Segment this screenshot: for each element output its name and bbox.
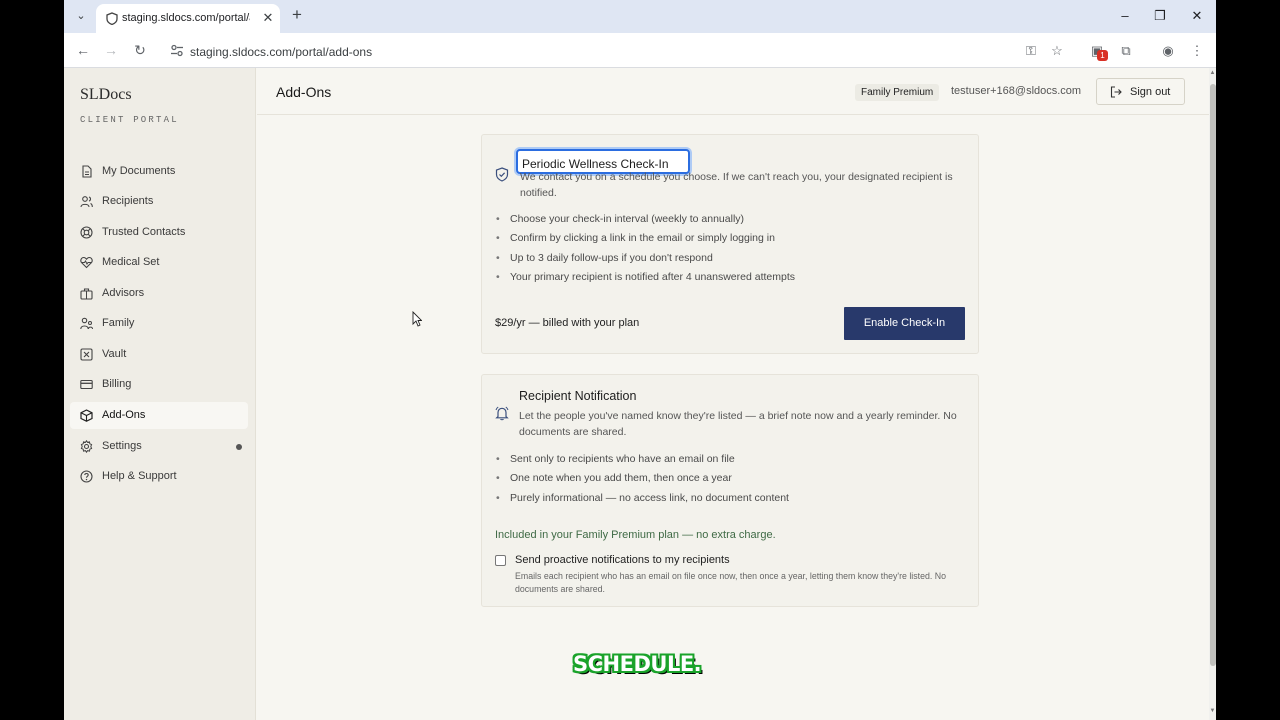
minimize-icon[interactable]: – xyxy=(1114,6,1136,26)
forward-icon[interactable]: → xyxy=(100,40,122,60)
restore-icon[interactable]: ❐ xyxy=(1149,6,1171,26)
page-header: Add-Ons Family Premium testuser+168@sldo… xyxy=(257,68,1209,115)
user-email: testuser+168@sldocs.com xyxy=(951,85,1082,97)
lifebuoy-icon xyxy=(80,226,93,239)
notification-dot xyxy=(236,444,242,450)
video-caption: SCHEDULE. xyxy=(573,652,702,676)
sidebar-item-label: Trusted Contacts xyxy=(102,226,186,238)
sidebar-item-label: Family xyxy=(102,317,135,329)
sidebar-item-vault[interactable]: Vault xyxy=(70,341,248,368)
box-icon xyxy=(80,409,93,422)
brand-subtitle: CLIENT PORTAL xyxy=(80,115,179,125)
sidebar-item-label: Recipients xyxy=(102,195,154,207)
sidebar-item-billing[interactable]: Billing xyxy=(70,371,248,398)
sidebar-item-label: Add-Ons xyxy=(102,409,146,421)
tab-search-icon[interactable]: ⌄ xyxy=(72,7,90,25)
new-tab-icon[interactable]: + xyxy=(288,6,306,24)
sidebar-item-label: Vault xyxy=(102,348,127,360)
extensions-puzzle-icon[interactable]: ⧉ xyxy=(1117,42,1135,60)
bookmark-star-icon[interactable]: ☆ xyxy=(1048,42,1066,60)
sign-out-icon xyxy=(1110,86,1122,98)
shield-check-icon xyxy=(495,167,509,182)
check-in-description: We contact you on a schedule you choose.… xyxy=(520,171,953,199)
family-icon xyxy=(80,317,93,330)
list-item: Confirm by clicking a link in the email … xyxy=(496,232,795,251)
sidebar-item-family[interactable]: Family xyxy=(70,310,248,337)
url-text: staging.sldocs.com/portal/add-ons xyxy=(190,45,373,59)
browser-toolbar: ← → ↻ staging.sldocs.com/portal/add-ons … xyxy=(64,33,1216,68)
check-in-price: $29/yr — billed with your plan xyxy=(495,317,640,329)
recipient-notification-title: Recipient Notification xyxy=(519,389,637,403)
password-key-icon[interactable]: ⚿ xyxy=(1022,42,1040,60)
reload-icon[interactable]: ↻ xyxy=(129,40,151,60)
bell-icon xyxy=(495,406,509,421)
scroll-down-arrow-icon[interactable]: ▼ xyxy=(1209,708,1216,716)
sidebar-item-my-documents[interactable]: My Documents xyxy=(70,158,248,185)
list-item: Your primary recipient is notified after… xyxy=(496,271,795,290)
heart-pulse-icon xyxy=(80,256,93,269)
list-item: Sent only to recipients who have an emai… xyxy=(496,453,789,472)
sidebar-item-add-ons[interactable]: Add-Ons xyxy=(70,402,248,429)
sidebar-item-label: Billing xyxy=(102,378,132,390)
sidebar-item-label: Help & Support xyxy=(102,470,177,482)
sidebar-item-label: Medical Set xyxy=(102,256,160,268)
scrollbar-thumb[interactable] xyxy=(1210,84,1216,666)
users-icon xyxy=(80,196,93,208)
notification-feature-list: Sent only to recipients who have an emai… xyxy=(496,453,789,511)
page-title: Add-Ons xyxy=(276,84,332,100)
included-plan-note: Included in your Family Premium plan — n… xyxy=(495,529,776,541)
profile-icon[interactable]: ◉ xyxy=(1159,42,1177,60)
site-info-icon[interactable] xyxy=(170,44,184,57)
shield-favicon-icon xyxy=(106,12,118,25)
list-item: Up to 3 daily follow-ups if you don't re… xyxy=(496,252,795,271)
tab-close-icon[interactable]: ✕ xyxy=(260,10,276,26)
tab-title: staging.sldocs.com/portal/add xyxy=(122,12,250,24)
sidebar-item-label: Settings xyxy=(102,440,142,452)
sidebar-item-settings[interactable]: Settings xyxy=(70,433,248,460)
briefcase-icon xyxy=(80,288,93,300)
sign-out-button[interactable]: Sign out xyxy=(1096,78,1185,105)
close-window-icon[interactable]: ✕ xyxy=(1186,6,1208,26)
credit-card-icon xyxy=(80,379,93,390)
vault-icon xyxy=(80,348,93,361)
help-icon xyxy=(80,470,93,483)
wellness-check-in-card: Periodic Wellness Check-In We contact yo… xyxy=(481,134,979,354)
address-bar[interactable]: staging.sldocs.com/portal/add-ons xyxy=(160,36,1080,65)
scroll-up-arrow-icon[interactable]: ▲ xyxy=(1209,70,1216,78)
sidebar-item-recipients[interactable]: Recipients xyxy=(70,188,248,215)
sidebar: SLDocs CLIENT PORTAL My Documents Recipi… xyxy=(64,68,256,720)
recipient-notification-card: Recipient Notification Let the people yo… xyxy=(481,374,979,607)
gear-icon xyxy=(80,440,93,453)
enable-check-in-button[interactable]: Enable Check-In xyxy=(844,307,965,340)
sidebar-item-medical-set[interactable]: Medical Set xyxy=(70,249,248,276)
recipient-notification-description: Let the people you've named know they're… xyxy=(519,410,957,438)
extension-badge: 1 xyxy=(1097,50,1108,61)
document-icon xyxy=(82,165,92,178)
list-item: Choose your check-in interval (weekly to… xyxy=(496,213,795,232)
tab-strip: ⌄ staging.sldocs.com/portal/add ✕ + – ❐ … xyxy=(64,0,1216,33)
list-item: Purely informational — no access link, n… xyxy=(496,492,789,511)
list-item: One note when you add them, then once a … xyxy=(496,472,789,491)
notifications-checkbox[interactable] xyxy=(495,555,506,566)
brand-logo[interactable]: SLDocs xyxy=(80,86,132,104)
browser-window: ⌄ staging.sldocs.com/portal/add ✕ + – ❐ … xyxy=(64,0,1216,720)
more-menu-icon[interactable]: ⋮ xyxy=(1188,42,1206,60)
notifications-checkbox-help: Emails each recipient who has an email o… xyxy=(515,571,947,594)
browser-tab[interactable]: staging.sldocs.com/portal/add ✕ xyxy=(96,4,280,33)
sign-out-label: Sign out xyxy=(1130,86,1171,98)
sidebar-item-label: Advisors xyxy=(102,287,145,299)
sidebar-item-help-support[interactable]: Help & Support xyxy=(70,463,248,490)
check-in-feature-list: Choose your check-in interval (weekly to… xyxy=(496,213,795,290)
notifications-checkbox-label[interactable]: Send proactive notifications to my recip… xyxy=(515,554,730,566)
back-icon[interactable]: ← xyxy=(72,40,94,60)
sidebar-item-label: My Documents xyxy=(102,165,176,177)
sidebar-item-advisors[interactable]: Advisors xyxy=(70,280,248,307)
mouse-cursor-icon xyxy=(412,311,422,327)
sidebar-item-trusted-contacts[interactable]: Trusted Contacts xyxy=(70,219,248,246)
plan-badge: Family Premium xyxy=(855,84,940,101)
